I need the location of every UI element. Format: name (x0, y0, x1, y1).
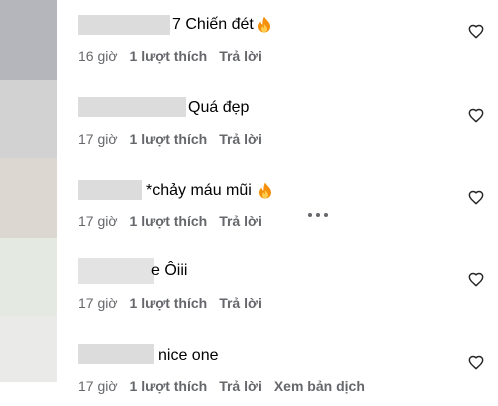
comment-item: nice one 17 giờ 1 lượt thích Trả lời Xem bả… (0, 320, 498, 400)
comment-text: 7 Chiến đét (78, 15, 271, 35)
comment-item: 7 Chiến đét 16 giờ 1 lượt thích Trả lời (0, 0, 498, 80)
comment-meta: 17 giờ 1 lượt thích Trả lời Xem bản dịch (78, 377, 377, 395)
reply-button[interactable]: Trả lời (219, 130, 262, 148)
comment-text-prefix: 7 (172, 16, 181, 33)
likes-count[interactable]: 1 lượt thích (130, 294, 208, 312)
comment-meta: 17 giờ 1 lượt thích Trả lời (78, 130, 274, 148)
likes-count[interactable]: 1 lượt thích (130, 47, 208, 65)
comment-timestamp[interactable]: 17 giờ (78, 212, 118, 230)
more-options-icon[interactable] (308, 209, 330, 221)
reply-button[interactable]: Trả lời (219, 47, 262, 65)
heart-outline-icon[interactable] (468, 24, 484, 40)
comment-meta: 16 giờ 1 lượt thích Trả lời (78, 47, 274, 65)
comment-meta: 17 giờ 1 lượt thích Trả lời (78, 212, 274, 230)
comment-item: e Ôiii 17 giờ 1 lượt thích Trả lời (0, 240, 498, 320)
heart-outline-icon[interactable] (468, 190, 484, 206)
fire-emoji-icon (258, 182, 271, 199)
reply-button[interactable]: Trả lời (219, 294, 262, 312)
comment-body: Quá đẹp (188, 99, 250, 116)
comment-text: e Ôiii (78, 261, 187, 281)
see-translation-button[interactable]: Xem bản dịch (274, 377, 365, 395)
comment-item: Quá đẹp 17 giờ 1 lượt thích Trả lời (0, 80, 498, 160)
likes-count[interactable]: 1 lượt thích (130, 212, 208, 230)
likes-count[interactable]: 1 lượt thích (130, 377, 208, 395)
comment-timestamp[interactable]: 17 giờ (78, 377, 118, 395)
comment-text: *chảy máu mũi (78, 181, 272, 201)
comment-item: *chảy máu mũi 17 giờ 1 lượt thích Trả lời (0, 160, 498, 240)
fire-emoji-icon (257, 16, 270, 33)
comment-body: *chảy máu mũi (146, 182, 252, 199)
comment-body: e Ôiii (151, 262, 188, 279)
comment-body: nice one (158, 347, 219, 364)
comment-text: nice one (78, 346, 219, 366)
likes-count[interactable]: 1 lượt thích (130, 130, 208, 148)
comment-timestamp[interactable]: 17 giờ (78, 294, 118, 312)
comment-body: Chiến đét (185, 16, 254, 33)
comment-timestamp[interactable]: 17 giờ (78, 130, 118, 148)
comment-text: Quá đẹp (78, 98, 249, 118)
comment-timestamp[interactable]: 16 giờ (78, 47, 118, 65)
heart-outline-icon[interactable] (468, 272, 484, 288)
reply-button[interactable]: Trả lời (219, 377, 262, 395)
heart-outline-icon[interactable] (468, 355, 484, 371)
reply-button[interactable]: Trả lời (219, 212, 262, 230)
comment-meta: 17 giờ 1 lượt thích Trả lời (78, 294, 274, 312)
heart-outline-icon[interactable] (468, 108, 484, 124)
